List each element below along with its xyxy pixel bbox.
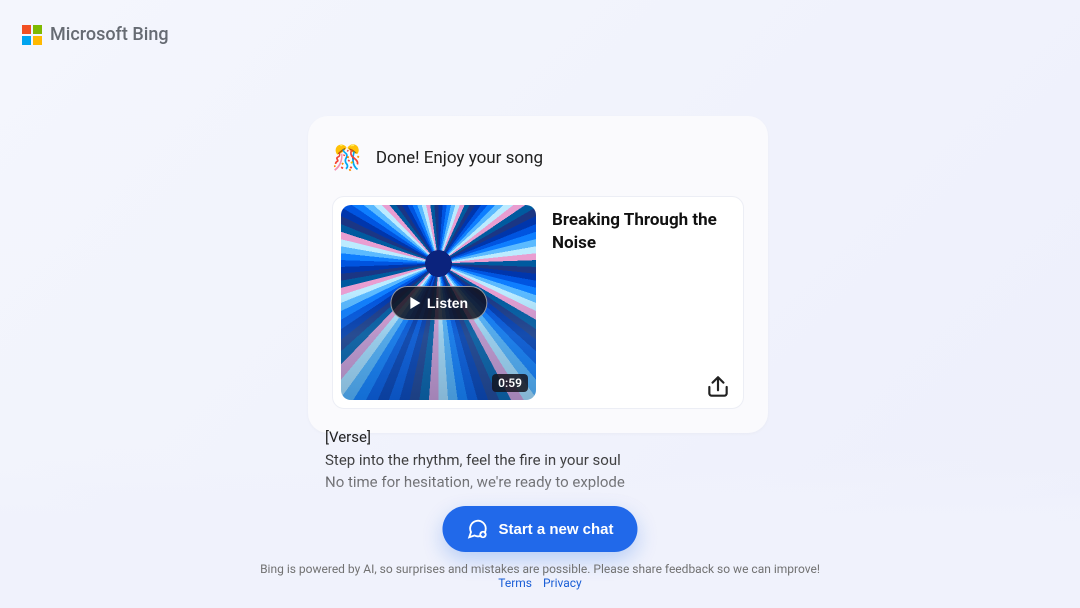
confetti-icon: 🎊 — [332, 144, 362, 172]
listen-button[interactable]: Listen — [390, 286, 487, 320]
share-button[interactable] — [701, 370, 735, 404]
duration-badge: 0:59 — [492, 374, 528, 392]
media-info: Breaking Through the Noise — [552, 205, 735, 400]
footer-disclaimer: Bing is powered by AI, so surprises and … — [0, 562, 1080, 576]
lyrics-line: Step into the rhythm, feel the fire in y… — [325, 449, 755, 472]
brand: Microsoft Bing — [22, 24, 169, 45]
footer: Bing is powered by AI, so surprises and … — [0, 562, 1080, 590]
lyrics-line: No time for hesitation, we're ready to e… — [325, 471, 755, 494]
card-header: 🎊 Done! Enjoy your song — [332, 144, 744, 172]
share-icon — [705, 374, 731, 400]
card-status: Done! Enjoy your song — [376, 148, 543, 168]
privacy-link[interactable]: Privacy — [543, 576, 582, 590]
lyrics-section-label: [Verse] — [325, 426, 755, 449]
start-new-chat-button[interactable]: Start a new chat — [442, 506, 637, 552]
terms-link[interactable]: Terms — [498, 576, 532, 590]
new-chat-label: Start a new chat — [498, 521, 613, 538]
microsoft-logo-icon — [22, 25, 42, 45]
chat-plus-icon — [466, 518, 488, 540]
result-card: 🎊 Done! Enjoy your song Listen 0:59 Brea… — [308, 116, 768, 433]
lyrics-block: [Verse] Step into the rhythm, feel the f… — [325, 426, 755, 494]
media-box: Listen 0:59 Breaking Through the Noise — [332, 196, 744, 409]
brand-label: Microsoft Bing — [50, 24, 169, 45]
song-title: Breaking Through the Noise — [552, 209, 735, 255]
song-thumbnail[interactable]: Listen 0:59 — [341, 205, 536, 400]
play-icon — [409, 297, 421, 309]
listen-label: Listen — [427, 295, 468, 311]
